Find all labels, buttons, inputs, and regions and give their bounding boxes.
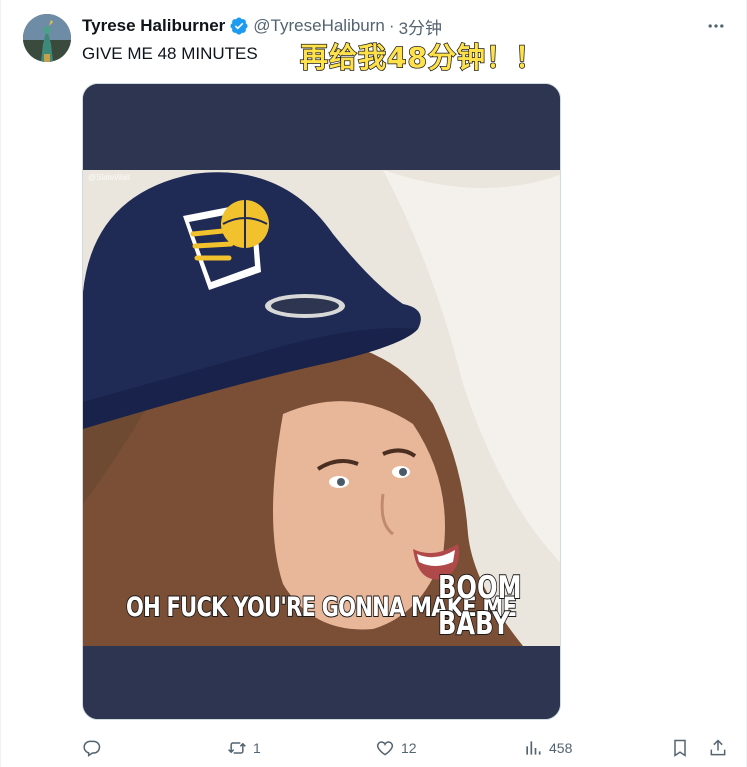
like-count: 12: [401, 740, 417, 756]
share-button[interactable]: [708, 736, 728, 760]
translation-overlay: 再给我48分钟！！: [299, 40, 544, 75]
retweet-icon: [228, 742, 246, 754]
views-bar-icon: [526, 741, 541, 755]
share-icon: [710, 739, 726, 756]
avatar[interactable]: [23, 14, 71, 62]
timestamp[interactable]: 3分钟: [399, 14, 442, 39]
like-button[interactable]: 12: [375, 736, 417, 760]
meme-caption-boom: BOOM: [437, 569, 522, 607]
bookmark-button[interactable]: [670, 736, 690, 760]
image-watermark: @SlateWait: [88, 173, 131, 182]
avatar-image: [23, 14, 71, 62]
more-dots-icon[interactable]: [704, 16, 728, 36]
tweet-media[interactable]: @SlateWait OH FUCK YOU'RE GONNA MAKE ME …: [82, 83, 561, 720]
tweet-header: Tyrese Haliburner @TyreseHaliburn · 3分钟: [82, 14, 442, 38]
tweet-text: GIVE ME 48 MINUTES: [82, 44, 258, 63]
meme-caption-baby: BABY: [437, 605, 510, 643]
author-name[interactable]: Tyrese Haliburner: [82, 16, 225, 36]
tweet-actions: 1 12 458: [82, 736, 732, 760]
retweet-count: 1: [253, 740, 261, 756]
separator-dot: ·: [388, 16, 395, 35]
views-count: 458: [549, 740, 573, 756]
tweet-card[interactable]: Tyrese Haliburner @TyreseHaliburn · 3分钟 …: [0, 0, 747, 767]
views-button[interactable]: 458: [523, 736, 572, 760]
verified-badge-icon: [229, 16, 249, 36]
heart-icon: [376, 741, 394, 756]
bookmark-icon: [674, 739, 686, 757]
reply-button[interactable]: [82, 736, 108, 760]
retweet-button[interactable]: 1: [227, 736, 261, 760]
reply-icon: [83, 740, 101, 757]
author-handle[interactable]: @TyreseHaliburn: [253, 16, 385, 36]
